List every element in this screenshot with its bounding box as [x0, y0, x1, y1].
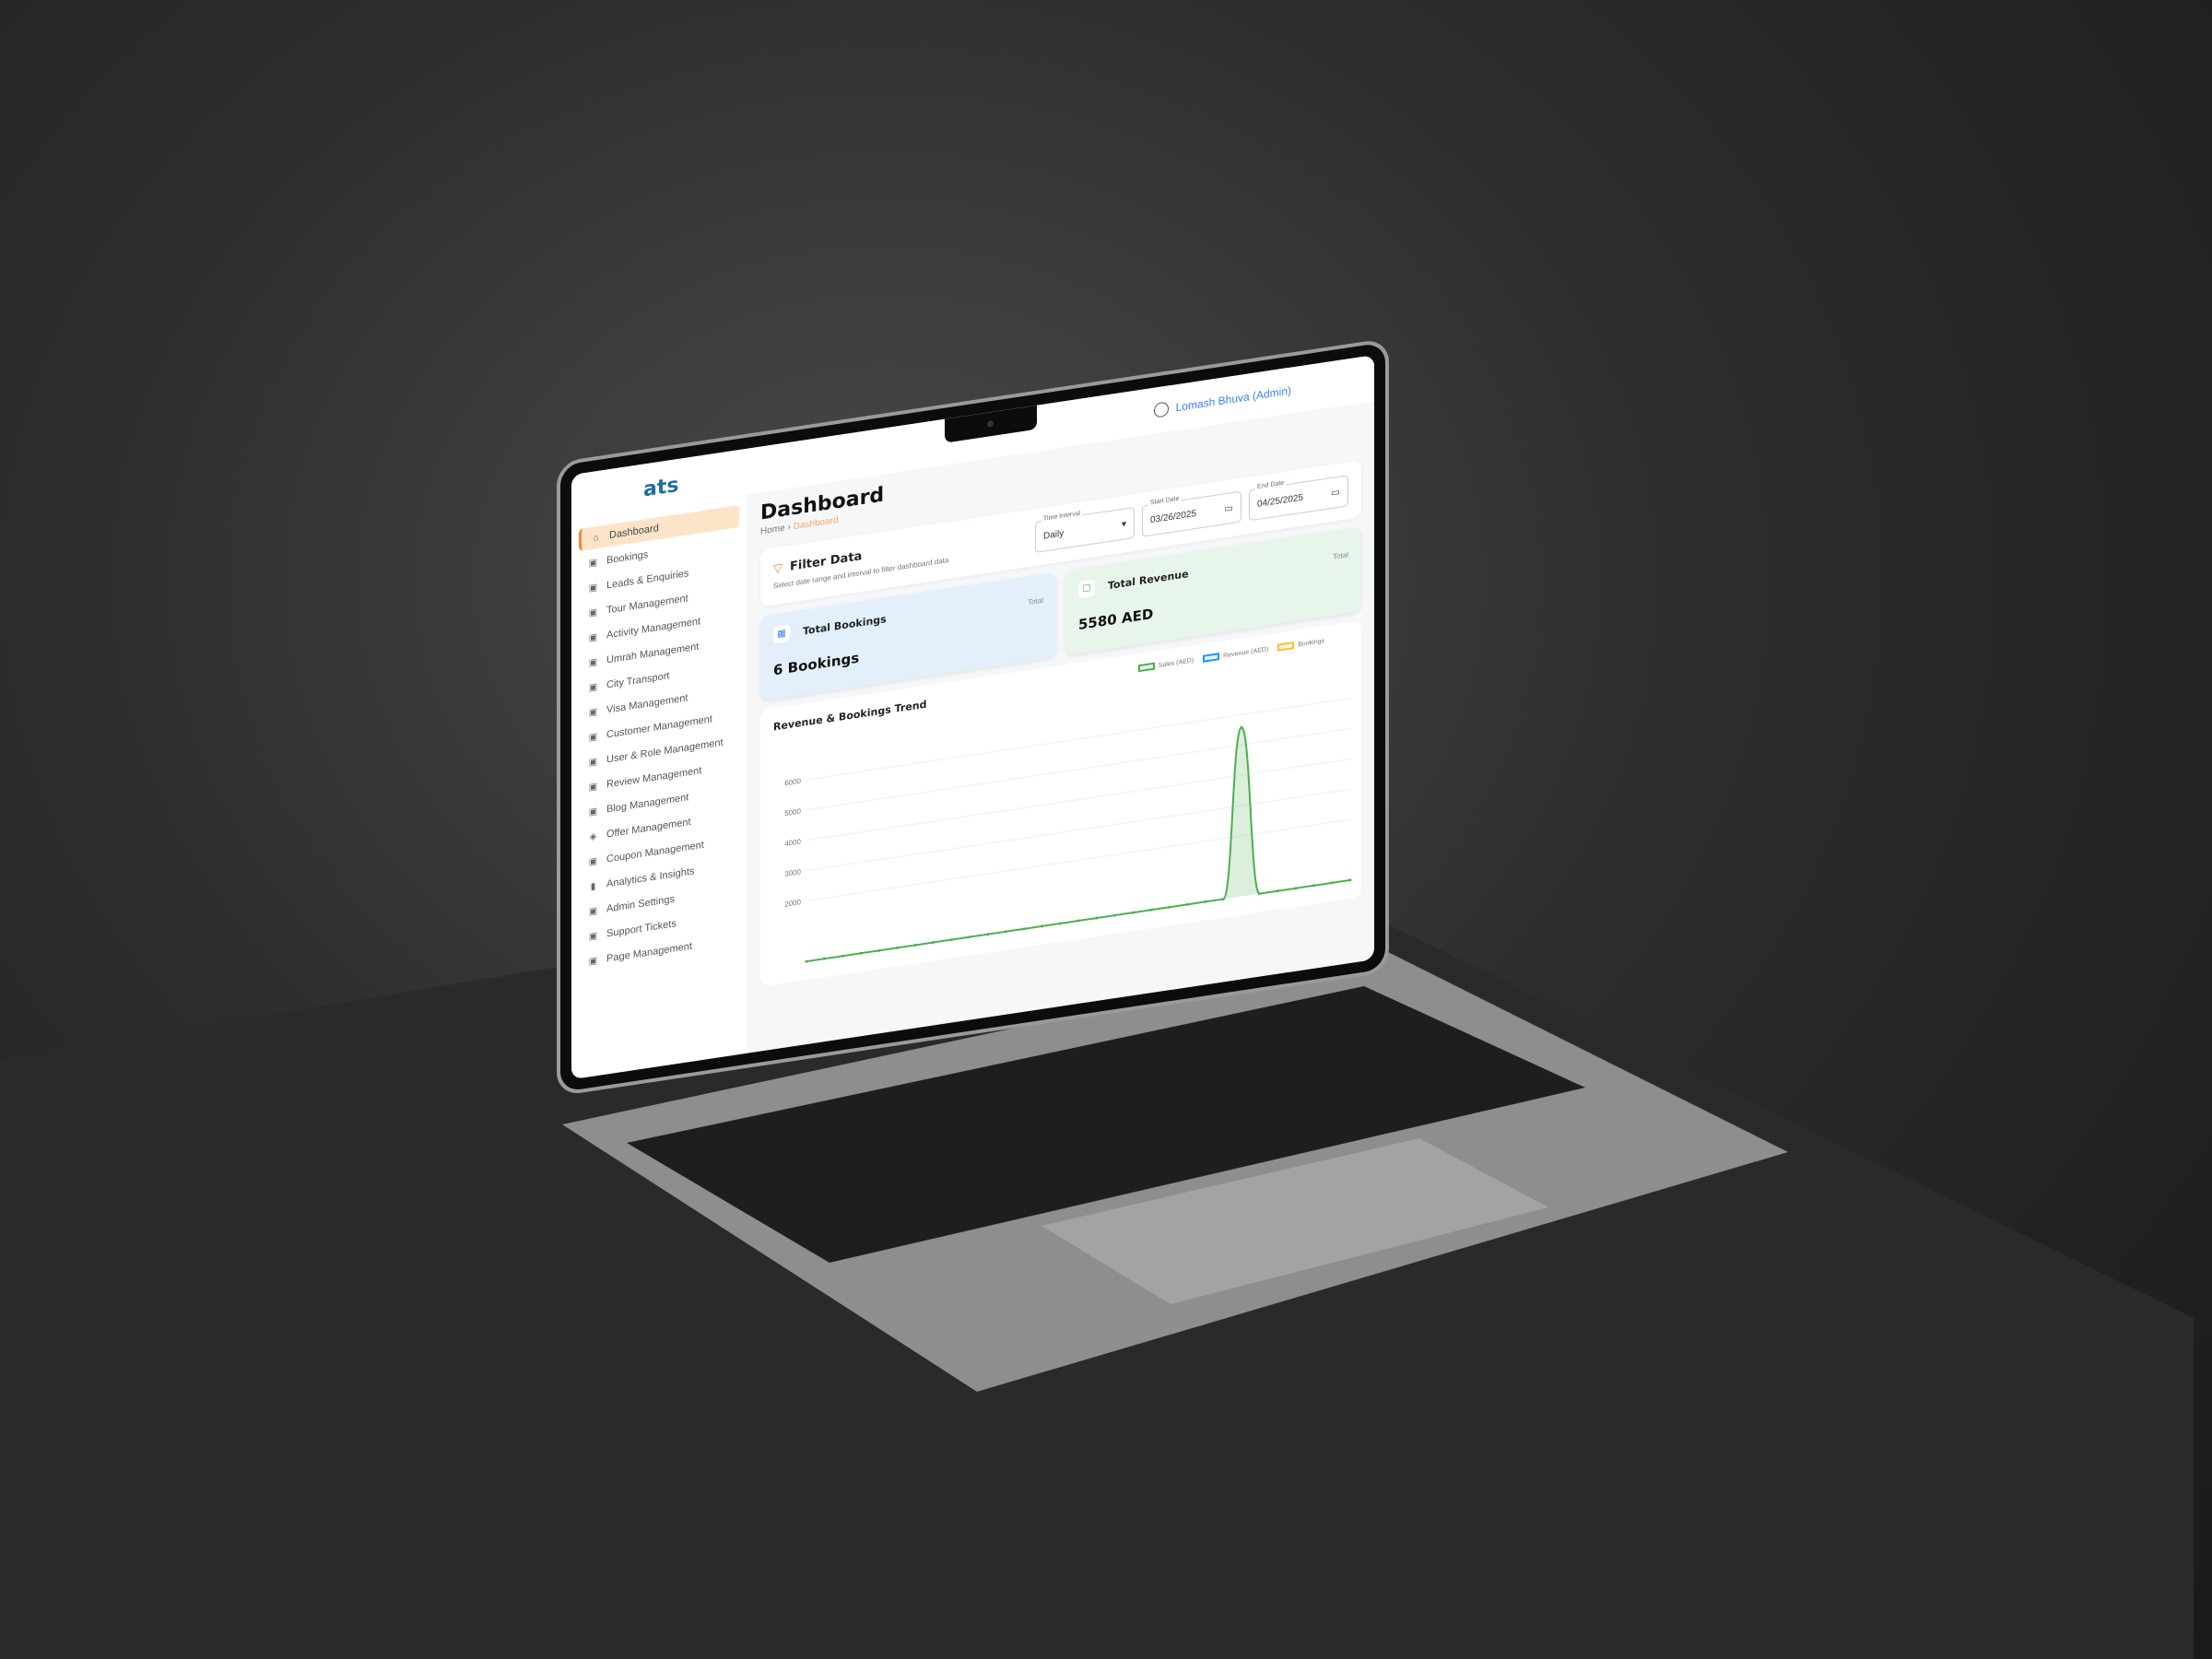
calendar-icon: ▦ [773, 624, 790, 644]
sales-point[interactable] [1185, 902, 1189, 906]
gridline [806, 788, 1350, 872]
wallet-icon: ▢ [1078, 579, 1095, 599]
sidebar-item-label: Tour Management [606, 593, 688, 617]
sales-point[interactable] [1004, 930, 1007, 934]
sales-point[interactable] [968, 935, 971, 939]
card-tag: Total [1028, 595, 1043, 607]
passport-icon: ▣ [588, 706, 598, 718]
coupon-icon: ▣ [588, 855, 598, 867]
bar-chart-icon: ▮ [590, 880, 596, 892]
start-date-value: 03/26/2025 [1150, 508, 1197, 526]
sales-point[interactable] [1112, 913, 1116, 917]
sales-point[interactable] [913, 943, 917, 947]
laptop-screen: Lomash Bhuva (Admin) ats ⌂ Dashboard ▣ Book… [560, 342, 1385, 1093]
calendar-icon[interactable]: ▭ [1225, 503, 1233, 514]
sidebar-item-label: Offer Management [606, 816, 691, 841]
sales-point[interactable] [1312, 884, 1316, 888]
sales-point[interactable] [1221, 897, 1225, 901]
y-tick-label: 6000 [784, 777, 801, 788]
time-interval-value: Daily [1043, 528, 1065, 542]
leads-icon: ▣ [588, 582, 598, 594]
gridline [806, 758, 1350, 841]
ticket-icon: ▣ [588, 930, 598, 942]
gridline [806, 818, 1350, 901]
page-icon: ▣ [588, 955, 598, 967]
sales-point[interactable] [1022, 927, 1026, 931]
sales-point[interactable] [1077, 919, 1080, 923]
sales-point[interactable] [1330, 881, 1334, 885]
end-date-input[interactable]: End Date 04/25/2025 ▭ [1249, 475, 1348, 522]
end-date-value: 04/25/2025 [1257, 492, 1304, 511]
sidebar-nav: ⌂ Dashboard ▣ Bookings ▣ Leads & Enquiries ▣ To… [579, 505, 739, 974]
sales-point[interactable] [1294, 887, 1298, 890]
time-interval-select[interactable]: Time Interval Daily ▾ [1035, 506, 1135, 554]
home-icon: ⌂ [593, 532, 599, 544]
sales-point[interactable] [1276, 889, 1279, 893]
activity-icon: ▣ [588, 631, 598, 643]
card-title: Total Bookings [803, 612, 887, 638]
bus-icon: ▣ [588, 681, 598, 693]
breadcrumb-home[interactable]: Home [760, 524, 785, 537]
sales-point[interactable] [1041, 924, 1044, 928]
main-content: Dashboard Home › Dashboard ▽ Filter Data … [760, 412, 1361, 1051]
sales-point[interactable] [1131, 911, 1135, 914]
sidebar-item-label: Page Management [606, 940, 692, 965]
sales-point[interactable] [1204, 900, 1207, 903]
sidebar-item-label: Support Tickets [606, 918, 677, 940]
sidebar-item-label: Admin Settings [606, 893, 675, 915]
sidebar-item-label: Visa Management [606, 692, 688, 716]
sidebar-item-label: City Transport [606, 670, 670, 691]
sales-area [806, 727, 1350, 962]
sales-point[interactable] [1348, 878, 1352, 882]
gridline [806, 728, 1350, 811]
sidebar-item-label: Leads & Enquiries [606, 568, 689, 592]
y-tick-label: 4000 [784, 838, 801, 849]
sales-point[interactable] [1095, 916, 1099, 920]
tour-icon: ▣ [588, 606, 598, 618]
y-tick-label: 3000 [784, 867, 801, 878]
sales-point[interactable] [932, 941, 935, 945]
review-icon: ▣ [588, 781, 598, 793]
chevron-down-icon: ▾ [1121, 519, 1126, 530]
sales-point[interactable] [1167, 905, 1171, 909]
card-title: Total Revenue [1108, 567, 1189, 592]
user-menu[interactable]: Lomash Bhuva (Admin) [1153, 382, 1291, 418]
customer-icon: ▣ [588, 731, 598, 743]
chart-plot: 6000 5000 4000 3000 2000 [784, 698, 1352, 963]
sales-point[interactable] [895, 946, 899, 949]
sales-line [806, 726, 1350, 963]
y-tick-label: 2000 [784, 898, 801, 909]
app-window: Lomash Bhuva (Admin) ats ⌂ Dashboard ▣ Book… [571, 355, 1374, 1080]
sales-point[interactable] [877, 948, 881, 952]
sidebar-item-label: Dashboard [609, 523, 659, 542]
start-date-input[interactable]: Start Date 03/26/2025 ▭ [1142, 490, 1241, 537]
sidebar: ats ⌂ Dashboard ▣ Bookings ▣ Leads & Enquirie… [571, 474, 747, 1080]
user-name: Lomash Bhuva (Admin) [1175, 383, 1291, 415]
sales-point[interactable] [1058, 922, 1062, 925]
time-interval-label: Time Interval [1041, 510, 1083, 523]
blog-icon: ▣ [588, 806, 598, 818]
y-tick-label: 5000 [784, 807, 801, 818]
sales-point[interactable] [823, 957, 827, 960]
tag-icon: ◈ [589, 830, 597, 842]
filter-icon: ▽ [773, 560, 782, 577]
sales-point[interactable] [986, 933, 990, 936]
sidebar-item-label: Blog Management [606, 792, 689, 816]
user-circle-icon [1153, 401, 1169, 418]
end-date-label: End Date [1255, 479, 1287, 491]
sales-point[interactable] [859, 951, 863, 955]
calendar-icon: ▣ [588, 557, 598, 569]
sidebar-item-label: Bookings [606, 548, 649, 567]
calendar-icon[interactable]: ▭ [1332, 488, 1340, 499]
card-tag: Total [1333, 550, 1348, 561]
users-icon: ▣ [588, 756, 598, 768]
start-date-label: Start Date [1148, 495, 1182, 507]
sales-point[interactable] [949, 938, 953, 942]
sales-point[interactable] [805, 959, 808, 963]
sales-point[interactable] [1149, 908, 1153, 912]
mosque-icon: ▣ [588, 656, 598, 668]
sales-point[interactable] [841, 954, 844, 958]
admin-icon: ▣ [588, 905, 598, 917]
breadcrumb-separator: › [787, 522, 791, 534]
